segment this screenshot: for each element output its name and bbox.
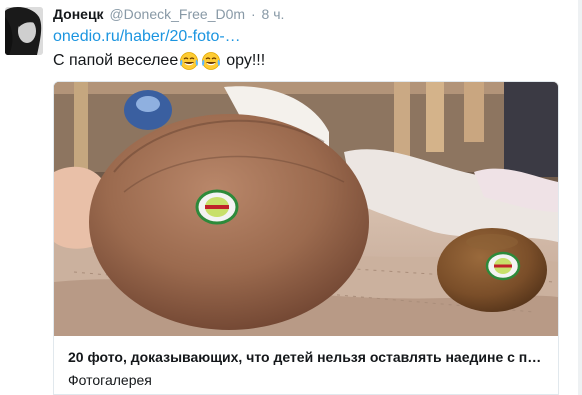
link-card[interactable]: 20 фото, доказывающих, что детей нельзя …: [53, 81, 559, 395]
card-subtitle: Фотогалерея: [68, 372, 152, 388]
avatar[interactable]: [5, 7, 43, 55]
tweet-link[interactable]: onedio.ru/haber/20-foto-…: [53, 27, 241, 47]
avatar-image: [5, 7, 43, 55]
tweet: Донецк @Doneck_Free_D0m · 8 ч. onedio.ru…: [0, 0, 582, 395]
tweet-text: С папой веселее ору!!!: [53, 50, 265, 72]
card-photo[interactable]: [54, 82, 558, 336]
scrollbar-track[interactable]: [578, 0, 582, 395]
card-title[interactable]: 20 фото, доказывающих, что детей нельзя …: [68, 348, 541, 366]
tweet-timestamp[interactable]: 8 ч.: [262, 6, 285, 22]
tears-of-joy-emoji-icon: [202, 52, 221, 70]
tweet-text-after: ору!!!: [226, 52, 266, 69]
tweet-text-before: С папой веселее: [53, 52, 179, 69]
tears-of-joy-emoji-icon: [180, 52, 199, 70]
tweet-header: Донецк @Doneck_Free_D0m · 8 ч.: [53, 5, 284, 23]
author-fullname[interactable]: Донецк: [53, 6, 104, 22]
author-username[interactable]: @Doneck_Free_D0m: [109, 6, 245, 22]
header-separator: ·: [250, 6, 256, 22]
